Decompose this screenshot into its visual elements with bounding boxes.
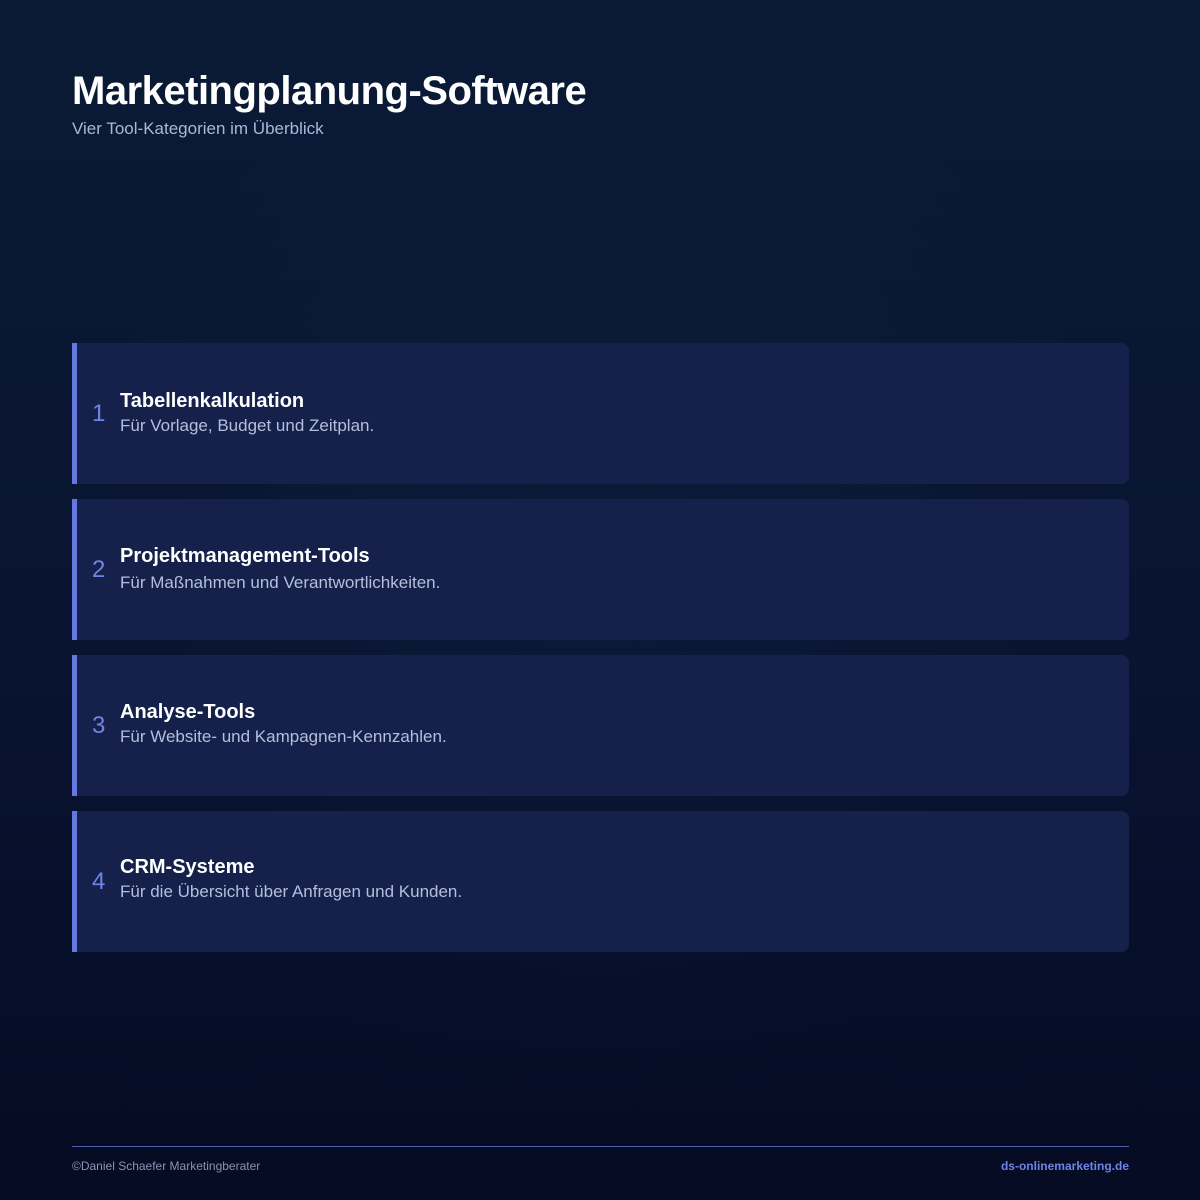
category-list: 1 Tabellenkalkulation Für Vorlage, Budge… [72, 343, 1129, 967]
category-text: Analyse-Tools Für Website- und Kampagnen… [120, 700, 447, 748]
footer-website-link[interactable]: ds-onlinemarketing.de [1001, 1159, 1129, 1173]
category-card-1: 1 Tabellenkalkulation Für Vorlage, Budge… [72, 343, 1129, 484]
category-title: Projektmanagement-Tools [120, 545, 370, 567]
category-title: CRM-Systeme [120, 856, 255, 878]
page-subtitle: Vier Tool-Kategorien im Überblick [72, 119, 324, 138]
category-text: Projektmanagement-Tools Für Maßnahmen un… [120, 544, 440, 594]
category-description: Für Vorlage, Budget und Zeitplan. [120, 416, 375, 435]
category-text: Tabellenkalkulation Für Vorlage, Budget … [120, 389, 374, 437]
footer-divider [72, 1146, 1129, 1147]
category-card-3: 3 Analyse-Tools Für Website- und Kampagn… [72, 655, 1129, 796]
category-description: Für Maßnahmen und Verantwortlichkeiten. [120, 573, 441, 592]
page-header: Marketingplanung-Software Vier Tool-Kate… [72, 68, 587, 140]
category-number: 1 [92, 399, 106, 427]
category-card-4: 4 CRM-Systeme Für die Übersicht über Anf… [72, 811, 1129, 952]
category-number: 4 [92, 867, 106, 895]
footer-copyright: ©Daniel Schaefer Marketingberater [72, 1159, 261, 1173]
category-description: Für Website- und Kampagnen-Kennzahlen. [120, 727, 447, 746]
category-card-2: 2 Projektmanagement-Tools Für Maßnahmen … [72, 499, 1129, 640]
page-title: Marketingplanung-Software [72, 69, 587, 113]
category-number: 2 [92, 555, 106, 583]
category-description: Für die Übersicht über Anfragen und Kund… [120, 882, 463, 901]
category-title: Tabellenkalkulation [120, 390, 305, 412]
category-number: 3 [92, 711, 106, 739]
category-text: CRM-Systeme Für die Übersicht über Anfra… [120, 855, 462, 903]
category-title: Analyse-Tools [120, 701, 256, 723]
